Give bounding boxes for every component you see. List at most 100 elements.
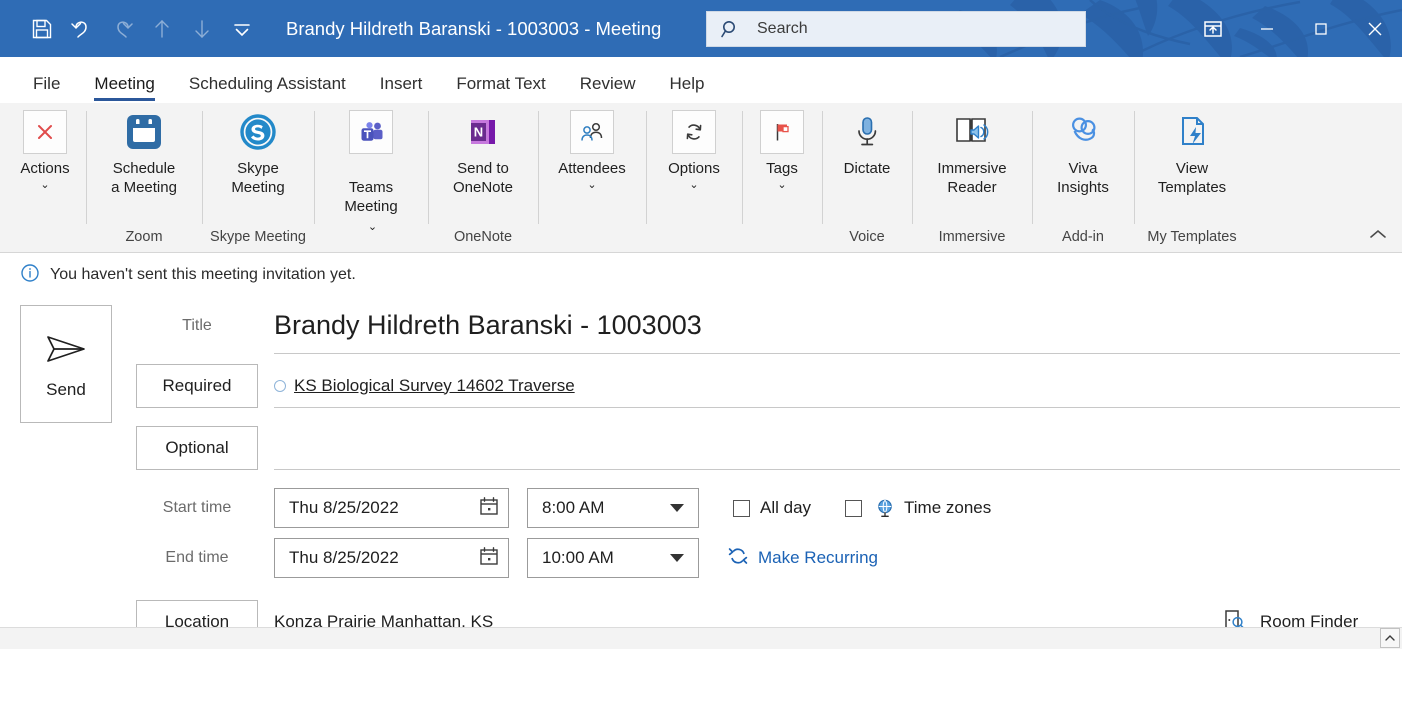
immersive-reader-label: Immersive Reader: [937, 159, 1006, 197]
tags-label: Tags: [766, 159, 798, 178]
maximize-icon[interactable]: [1294, 0, 1348, 57]
form-fields: Title Brandy Hildreth Baranski - 1003003…: [136, 297, 1400, 649]
time-zones-checkbox-wrap[interactable]: Time zones: [845, 497, 991, 519]
ribbon-group-label-onenote: OneNote: [430, 226, 536, 252]
ribbon-group-immersive: Immersive Reader Immersive: [912, 103, 1032, 252]
chevron-down-icon[interactable]: [670, 504, 684, 512]
quick-access-toolbar: [0, 0, 262, 57]
optional-button[interactable]: Optional: [136, 426, 258, 470]
skype-meeting-label: Skype Meeting: [231, 159, 284, 197]
calendar-picker-icon[interactable]: [478, 545, 500, 572]
viva-insights-button[interactable]: Viva Insights: [1034, 103, 1132, 197]
end-time-input[interactable]: 10:00 AM: [527, 538, 699, 578]
flag-tags-icon: [760, 109, 804, 155]
close-icon[interactable]: [1348, 0, 1402, 57]
start-time-value: 8:00 AM: [542, 498, 604, 518]
options-button[interactable]: Options ⌄: [648, 103, 740, 191]
end-time-label: End time: [136, 549, 258, 567]
tab-scheduling-assistant[interactable]: Scheduling Assistant: [172, 74, 363, 103]
search-input[interactable]: [757, 20, 1047, 38]
required-button[interactable]: Required: [136, 364, 258, 408]
next-item-icon[interactable]: [182, 7, 222, 51]
undo-icon[interactable]: [62, 7, 102, 51]
redo-icon[interactable]: [102, 7, 142, 51]
previous-item-icon[interactable]: [142, 7, 182, 51]
time-zones-checkbox[interactable]: [845, 500, 862, 517]
ribbon-group-label-tags: [744, 226, 820, 252]
required-input[interactable]: KS Biological Survey 14602 Traverse: [274, 364, 1400, 408]
send-to-onenote-button[interactable]: N Send to OneNote: [430, 103, 536, 197]
end-date-value: Thu 8/25/2022: [289, 548, 399, 568]
send-button[interactable]: Send: [20, 305, 112, 423]
teams-meeting-button[interactable]: Teams Meeting ⌄: [316, 103, 426, 237]
chevron-down-icon[interactable]: ⌄: [40, 179, 49, 191]
minimize-icon[interactable]: [1240, 0, 1294, 57]
svg-text:N: N: [474, 125, 483, 140]
chevron-down-icon[interactable]: [670, 554, 684, 562]
tab-meeting[interactable]: Meeting: [77, 74, 171, 103]
ribbon-display-options-icon[interactable]: [1186, 0, 1240, 57]
scroll-up-icon[interactable]: [1380, 628, 1400, 648]
recipient-chip[interactable]: KS Biological Survey 14602 Traverse: [274, 376, 575, 396]
title-bar: Brandy Hildreth Baranski - 1003003 - Mee…: [0, 0, 1402, 57]
skype-meeting-button[interactable]: Skype Meeting: [204, 103, 312, 197]
collapse-ribbon-icon[interactable]: [1368, 227, 1388, 246]
ribbon-group-actions: Actions ⌄: [4, 103, 86, 252]
all-day-checkbox[interactable]: [733, 500, 750, 517]
calendar-picker-icon[interactable]: [478, 495, 500, 522]
ribbon-group-label-immersive: Immersive: [914, 226, 1030, 252]
tab-file[interactable]: File: [16, 74, 77, 103]
title-input[interactable]: Brandy Hildreth Baranski - 1003003: [274, 298, 1400, 354]
search-box[interactable]: [706, 11, 1086, 47]
time-zones-label: Time zones: [904, 498, 991, 518]
start-time-input[interactable]: 8:00 AM: [527, 488, 699, 528]
ribbon-group-label-zoom: Zoom: [88, 226, 200, 252]
schedule-a-meeting-label: Schedule a Meeting: [111, 159, 177, 197]
teams-icon: [349, 109, 393, 155]
end-date-input[interactable]: Thu 8/25/2022: [274, 538, 509, 578]
start-date-input[interactable]: Thu 8/25/2022: [274, 488, 509, 528]
tab-insert[interactable]: Insert: [363, 74, 440, 103]
attendees-button[interactable]: Attendees ⌄: [540, 103, 644, 191]
all-day-checkbox-wrap[interactable]: All day: [733, 498, 811, 518]
ribbon-tabs: File Meeting Scheduling Assistant Insert…: [0, 57, 1402, 103]
zoom-calendar-icon: [122, 109, 166, 155]
save-icon[interactable]: [22, 7, 62, 51]
options-label: Options: [668, 159, 720, 178]
presence-indicator-icon: [274, 380, 286, 392]
immersive-reader-icon: [949, 109, 995, 155]
ribbon-group-attendees: Attendees ⌄: [538, 103, 646, 252]
all-day-label: All day: [760, 498, 811, 518]
recurrence-options-icon: [672, 109, 716, 155]
tab-review[interactable]: Review: [563, 74, 653, 103]
chevron-down-icon[interactable]: ⌄: [689, 179, 698, 191]
actions-button[interactable]: Actions ⌄: [6, 103, 84, 191]
send-label: Send: [46, 380, 86, 400]
tags-button[interactable]: Tags ⌄: [744, 103, 820, 191]
chevron-down-icon[interactable]: ⌄: [587, 179, 596, 191]
ribbon-group-label-my-templates: My Templates: [1136, 226, 1248, 252]
customize-quick-access-toolbar-icon[interactable]: [222, 7, 262, 51]
optional-input[interactable]: [274, 426, 1400, 470]
chevron-down-icon[interactable]: ⌄: [777, 179, 786, 191]
make-recurring-button[interactable]: Make Recurring: [727, 545, 878, 572]
delete-x-icon: [23, 109, 67, 155]
viva-insights-label: Viva Insights: [1057, 159, 1109, 197]
ribbon-group-onenote: N Send to OneNote OneNote: [428, 103, 538, 252]
ribbon-group-tags: Tags ⌄: [742, 103, 822, 252]
schedule-a-meeting-button[interactable]: Schedule a Meeting: [88, 103, 200, 197]
tab-format-text[interactable]: Format Text: [439, 74, 562, 103]
chevron-down-icon[interactable]: ⌄: [365, 221, 377, 233]
info-bar-text: You haven't sent this meeting invitation…: [50, 266, 356, 284]
send-arrow-icon: [40, 329, 92, 374]
dictate-button[interactable]: Dictate: [824, 103, 910, 178]
recurrence-icon: [727, 545, 749, 572]
skype-icon: [236, 109, 280, 155]
ribbon: Actions ⌄ Schedule a Meeting: [0, 103, 1402, 253]
tab-help[interactable]: Help: [653, 74, 722, 103]
immersive-reader-button[interactable]: Immersive Reader: [914, 103, 1030, 197]
meeting-form: Send Title Brandy Hildreth Baranski - 10…: [0, 297, 1402, 649]
view-templates-button[interactable]: View Templates: [1136, 103, 1248, 197]
start-time-label: Start time: [136, 499, 258, 517]
start-date-value: Thu 8/25/2022: [289, 498, 399, 518]
